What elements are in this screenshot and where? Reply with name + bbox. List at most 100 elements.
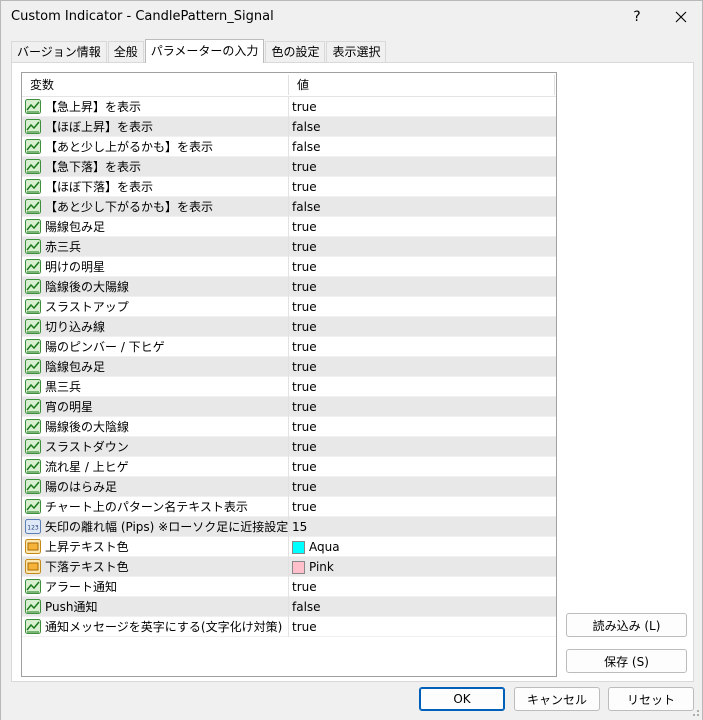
table-row[interactable]: 陽線後の大陰線 true [22, 417, 556, 437]
save-button[interactable]: 保存 (S) [566, 649, 687, 673]
parameter-name: 下落テキスト色 [45, 560, 129, 574]
table-row[interactable]: 【あと少し上がるかも】を表示 false [22, 137, 556, 157]
parameter-value[interactable]: true [292, 377, 317, 397]
parameter-value[interactable]: false [292, 117, 321, 137]
parameter-value[interactable]: true [292, 317, 317, 337]
parameter-value[interactable]: Aqua [292, 537, 340, 557]
table-row[interactable]: 宵の明星 true [22, 397, 556, 417]
table-row[interactable]: 上昇テキスト色 Aqua [22, 537, 556, 557]
parameter-name: 切り込み線 [45, 320, 106, 334]
table-row[interactable]: アラート通知 true [22, 577, 556, 597]
parameter-value[interactable]: true [292, 157, 317, 177]
table-row[interactable]: 陰線包み足 true [22, 357, 556, 377]
parameter-value[interactable]: true [292, 277, 317, 297]
table-row[interactable]: 下落テキスト色 Pink [22, 557, 556, 577]
bool-parameter-icon [25, 159, 41, 174]
parameter-value-text: true [292, 360, 317, 374]
parameter-value-text: true [292, 480, 317, 494]
parameter-value[interactable]: true [292, 217, 317, 237]
close-button[interactable] [661, 1, 701, 33]
parameter-name: スラストダウン [45, 440, 129, 454]
parameter-value[interactable]: false [292, 597, 321, 617]
parameter-value[interactable]: false [292, 137, 321, 157]
bool-parameter-icon [25, 599, 41, 614]
parameter-value-text: true [292, 460, 317, 474]
parameter-value[interactable]: true [292, 417, 317, 437]
parameter-value[interactable]: true [292, 477, 317, 497]
parameter-value[interactable]: true [292, 177, 317, 197]
parameter-value[interactable]: true [292, 617, 317, 637]
help-button[interactable]: ? [617, 1, 657, 33]
header-variable[interactable]: 変数 [30, 73, 54, 97]
table-row[interactable]: 【ほぼ下落】を表示 true [22, 177, 556, 197]
parameter-value[interactable]: true [292, 357, 317, 377]
table-row[interactable]: スラストダウン true [22, 437, 556, 457]
load-button[interactable]: 読み込み (L) [566, 613, 687, 637]
table-row[interactable]: 明けの明星 true [22, 257, 556, 277]
table-row[interactable]: 陽のはらみ足 true [22, 477, 556, 497]
parameter-name: 流れ星 / 上ヒゲ [45, 460, 129, 474]
title-bar[interactable]: Custom Indicator - CandlePattern_Signal … [1, 1, 702, 33]
tab-4[interactable]: 表示選択 [326, 41, 387, 63]
bool-parameter-icon [25, 339, 41, 354]
parameter-value-text: false [292, 120, 321, 134]
table-row[interactable]: 通知メッセージを英字にする(文字化け対策) true [22, 617, 556, 637]
table-row[interactable]: 陰線後の大陽線 true [22, 277, 556, 297]
bool-parameter-icon [25, 459, 41, 474]
bool-parameter-icon [25, 359, 41, 374]
table-row[interactable]: 【あと少し下がるかも】を表示 false [22, 197, 556, 217]
table-row[interactable]: 【ほぼ上昇】を表示 false [22, 117, 556, 137]
table-row[interactable]: チャート上のパターン名テキスト表示 true [22, 497, 556, 517]
table-row[interactable]: 123 矢印の離れ幅 (Pips) ※ローソク足に近接設定 15 [22, 517, 556, 537]
table-row[interactable]: 【急下落】を表示 true [22, 157, 556, 177]
table-row[interactable]: 陽のピンバー / 下ヒゲ true [22, 337, 556, 357]
parameter-name: 陽のはらみ足 [45, 480, 118, 494]
parameter-name: 上昇テキスト色 [45, 540, 129, 554]
table-row[interactable]: 陽線包み足 true [22, 217, 556, 237]
table-row[interactable]: Push通知 false [22, 597, 556, 617]
tab-2[interactable]: パラメーターの入力 [144, 39, 265, 63]
parameter-value[interactable]: true [292, 297, 317, 317]
color-parameter-icon [25, 539, 41, 554]
parameter-grid[interactable]: 変数 値 【急上昇】を表示 true 【ほぼ上昇】を表示 false 【あと少し上がるか… [21, 72, 557, 677]
bool-parameter-icon [25, 279, 41, 294]
table-row[interactable]: 赤三兵 true [22, 237, 556, 257]
parameter-value-text: true [292, 380, 317, 394]
bool-parameter-icon [25, 379, 41, 394]
table-row[interactable]: 流れ星 / 上ヒゲ true [22, 457, 556, 477]
parameter-value[interactable]: Pink [292, 557, 334, 577]
parameter-value[interactable]: true [292, 397, 317, 417]
table-row[interactable]: 【急上昇】を表示 true [22, 97, 556, 117]
parameter-value[interactable]: true [292, 577, 317, 597]
ok-button[interactable]: OK [419, 687, 505, 711]
parameter-value[interactable]: true [292, 97, 317, 117]
resize-grip-icon[interactable] [690, 707, 700, 717]
tab-3[interactable]: 色の設定 [265, 41, 326, 63]
parameter-value[interactable]: 15 [292, 517, 307, 537]
bool-parameter-icon [25, 439, 41, 454]
parameter-value[interactable]: false [292, 197, 321, 217]
parameter-value-text: true [292, 500, 317, 514]
parameter-value[interactable]: true [292, 257, 317, 277]
parameter-value-text: true [292, 400, 317, 414]
parameter-value[interactable]: true [292, 497, 317, 517]
header-value[interactable]: 値 [297, 73, 309, 97]
parameter-name: 【ほぼ下落】を表示 [45, 180, 154, 194]
reset-button[interactable]: リセット [608, 687, 694, 711]
grid-rows: 【急上昇】を表示 true 【ほぼ上昇】を表示 false 【あと少し上がるかも】を表示… [22, 97, 556, 637]
parameter-value[interactable]: true [292, 437, 317, 457]
cancel-button[interactable]: キャンセル [514, 687, 600, 711]
parameter-value[interactable]: true [292, 337, 317, 357]
parameter-value[interactable]: true [292, 457, 317, 477]
parameter-value[interactable]: true [292, 237, 317, 257]
bool-parameter-icon [25, 299, 41, 314]
window-title: Custom Indicator - CandlePattern_Signal [11, 9, 274, 24]
table-row[interactable]: 切り込み線 true [22, 317, 556, 337]
parameter-value-text: true [292, 300, 317, 314]
table-row[interactable]: スラストアップ true [22, 297, 556, 317]
tab-1[interactable]: 全般 [107, 41, 144, 63]
tab-0[interactable]: バージョン情報 [11, 41, 107, 63]
bool-parameter-icon [25, 499, 41, 514]
parameter-name: 黒三兵 [45, 380, 82, 394]
table-row[interactable]: 黒三兵 true [22, 377, 556, 397]
